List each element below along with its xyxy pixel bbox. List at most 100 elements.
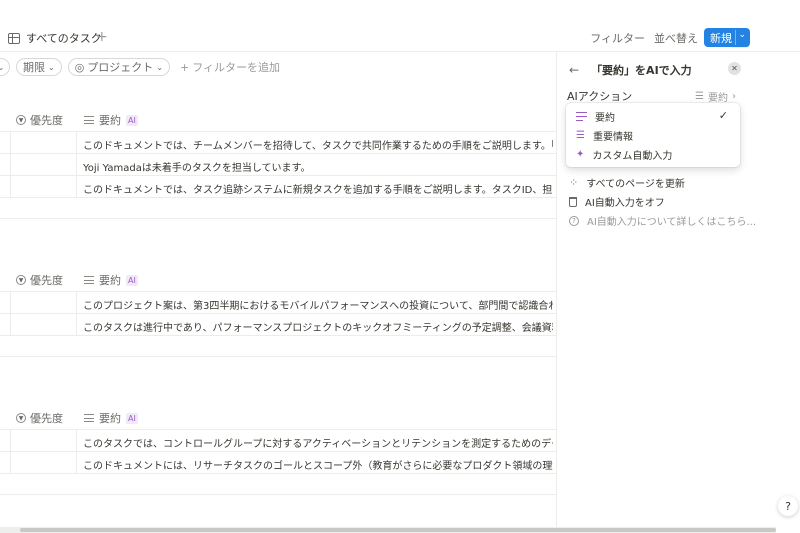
summary-lines-icon — [576, 112, 587, 121]
column-header-label: 優先度 — [30, 274, 63, 287]
summary-cell[interactable]: このドキュメントには、リサーチタスクのゴールとスコープ外（教育がさらに必要なプロ… — [83, 457, 553, 472]
chevron-right-icon: › — [731, 91, 736, 102]
horizontal-scrollbar[interactable] — [0, 527, 776, 533]
dropdown-item-summary[interactable]: 要約 ✓ — [566, 107, 740, 126]
column-header-priority[interactable]: ▼ 優先度 — [16, 272, 63, 288]
learn-more-link[interactable]: ? AI自動入力について詳しくはこちら... — [569, 213, 756, 228]
status-icon: ▼ — [16, 413, 26, 423]
column-header-summary[interactable]: 要約 AI — [84, 272, 138, 288]
row-divider — [0, 473, 556, 474]
text-lines-icon — [84, 276, 94, 284]
ai-action-dropdown: 要約 ✓ ☰ 重要情報 ✦ カスタム自動入力 — [566, 103, 740, 167]
view-topbar: すべてのタスク + フィルター 並べ替え ••• 新規 ⌄ — [0, 0, 800, 52]
target-icon: ◎ — [74, 60, 85, 74]
sort-button[interactable]: 並べ替え — [654, 30, 698, 46]
table-row[interactable]: このタスクは進行中であり、パフォーマンスプロジェクトのキックオフミーティングの予… — [0, 313, 556, 335]
table-row[interactable]: このドキュメントでは、チームメンバーを招待して、タスクで共同作業するための手順を… — [0, 131, 556, 153]
text-lines-icon: ☰ — [695, 91, 704, 102]
column-header-priority[interactable]: ▼ 優先度 — [16, 112, 63, 128]
table-row[interactable]: このプロジェクト案は、第3四半期におけるモバイルパフォーマンスへの投資について、… — [0, 291, 556, 313]
update-all-pages-button[interactable]: ⁘ すべてのページを更新 — [569, 175, 685, 190]
column-header-label: 要約 — [99, 114, 121, 127]
table-row[interactable]: このタスクでは、コントロールグループに対するアクティベーションとリテンションを測… — [0, 429, 556, 451]
dropdown-item-label: 要約 — [595, 113, 615, 124]
scrollbar-thumb[interactable] — [20, 528, 776, 532]
status-icon: ▼ — [16, 275, 26, 285]
ai-badge: AI — [126, 114, 138, 126]
column-header-label: 優先度 — [30, 114, 63, 127]
help-button[interactable]: ? — [778, 496, 798, 516]
row-divider — [0, 356, 556, 357]
row-divider — [0, 335, 556, 336]
chevron-down-icon: ⌄ — [156, 62, 164, 72]
turn-off-label: AI自動入力をオフ — [585, 198, 665, 209]
add-filter-button[interactable]: + フィルターを追加 — [180, 59, 280, 75]
dropdown-item-custom-autofill[interactable]: ✦ カスタム自動入力 — [566, 145, 740, 164]
column-header-summary[interactable]: 要約 AI — [84, 112, 138, 128]
dropdown-item-label: 重要情報 — [592, 132, 633, 143]
row-divider — [0, 494, 556, 495]
dropdown-item-label: カスタム自動入力 — [592, 151, 673, 162]
chevron-down-icon: ⌄ — [0, 62, 5, 72]
ai-badge: AI — [126, 412, 138, 424]
filter-chip-deadline[interactable]: 期限 ⌄ — [16, 58, 62, 76]
text-lines-icon — [84, 116, 94, 124]
new-button-divider — [735, 30, 736, 45]
plus-icon: + — [180, 60, 190, 74]
ai-badge: AI — [126, 274, 138, 286]
table-row[interactable]: Yoji Yamadaは未着手のタスクを担当しています。 — [0, 153, 556, 175]
magic-wand-icon: ✦ — [576, 149, 585, 160]
view-tab-all-tasks[interactable]: すべてのタスク — [8, 30, 102, 46]
summary-cell[interactable]: このプロジェクト案は、第3四半期におけるモバイルパフォーマンスへの投資について、… — [83, 297, 553, 312]
table-header: ▼ 優先度 要約 AI — [0, 270, 556, 290]
column-header-label: 要約 — [99, 412, 121, 425]
dropdown-item-key-info[interactable]: ☰ 重要情報 — [566, 126, 740, 145]
new-button[interactable]: 新規 ⌄ — [704, 28, 750, 47]
sparkle-icon: ⁘ — [569, 176, 579, 189]
chevron-down-icon[interactable]: ⌄ — [738, 30, 746, 40]
back-arrow-icon[interactable]: ← — [569, 63, 579, 77]
chevron-down-icon: ⌄ — [48, 62, 55, 72]
add-view-button[interactable]: + — [96, 29, 108, 45]
filter-chip-project[interactable]: ◎ プロジェクト ⌄ — [67, 58, 171, 76]
row-divider — [0, 197, 556, 198]
update-all-label: すべてのページを更新 — [586, 179, 685, 190]
close-icon[interactable]: ✕ — [728, 62, 741, 75]
status-icon: ▼ — [16, 115, 26, 125]
question-icon: ? — [569, 215, 579, 226]
column-header-label: 優先度 — [30, 412, 63, 425]
trash-icon — [569, 196, 577, 207]
table-icon — [8, 32, 20, 44]
table-header: ▼ 優先度 要約 AI — [0, 110, 556, 130]
checkmark-icon: ✓ — [718, 109, 728, 122]
summary-cell[interactable]: このドキュメントでは、タスク追跡システムに新規タスクを追加する手順をご説明します… — [83, 181, 553, 196]
panel-title: 「要約」をAIで入力 — [591, 64, 692, 77]
ai-action-label: AIアクション — [567, 90, 633, 103]
table-row[interactable]: このドキュメントには、リサーチタスクのゴールとスコープ外（教育がさらに必要なプロ… — [0, 451, 556, 473]
panel-header: ← 「要約」をAIで入力 — [569, 62, 692, 78]
filter-bar: ⌄ 期限 ⌄ ◎ プロジェクト ⌄ + フィルターを追加 — [0, 57, 280, 77]
filter-chip-partial[interactable]: ⌄ — [0, 58, 10, 76]
learn-more-label: AI自動入力について詳しくはこちら... — [587, 217, 757, 228]
column-header-label: 要約 — [99, 274, 121, 287]
ai-action-value: 要約 — [707, 93, 728, 104]
column-header-priority[interactable]: ▼ 優先度 — [16, 410, 63, 426]
text-lines-icon — [84, 414, 94, 422]
summary-cell[interactable]: このドキュメントでは、チームメンバーを招待して、タスクで共同作業するための手順を… — [83, 137, 553, 152]
summary-cell[interactable]: このタスクでは、コントロールグループに対するアクティベーションとリテンションを測… — [83, 435, 553, 450]
filter-chip-label: プロジェクト — [87, 61, 154, 74]
filter-button[interactable]: フィルター — [590, 30, 645, 46]
ai-action-select[interactable]: ☰ 要約 › — [695, 89, 736, 104]
summary-cell[interactable]: Yoji Yamadaは未着手のタスクを担当しています。 — [83, 159, 553, 174]
add-filter-label: フィルターを追加 — [192, 61, 281, 74]
filter-chip-label: 期限 — [23, 61, 45, 74]
row-divider — [0, 218, 556, 219]
view-tab-label: すべてのタスク — [26, 32, 102, 45]
column-header-summary[interactable]: 要約 AI — [84, 410, 138, 426]
new-button-label: 新規 — [710, 31, 732, 45]
bullet-list-icon: ☰ — [576, 130, 585, 141]
summary-cell[interactable]: このタスクは進行中であり、パフォーマンスプロジェクトのキックオフミーティングの予… — [83, 319, 553, 334]
turn-off-autofill-button[interactable]: AI自動入力をオフ — [569, 194, 665, 209]
table-row[interactable]: このドキュメントでは、タスク追跡システムに新規タスクを追加する手順をご説明します… — [0, 175, 556, 197]
table-header: ▼ 優先度 要約 AI — [0, 408, 556, 428]
